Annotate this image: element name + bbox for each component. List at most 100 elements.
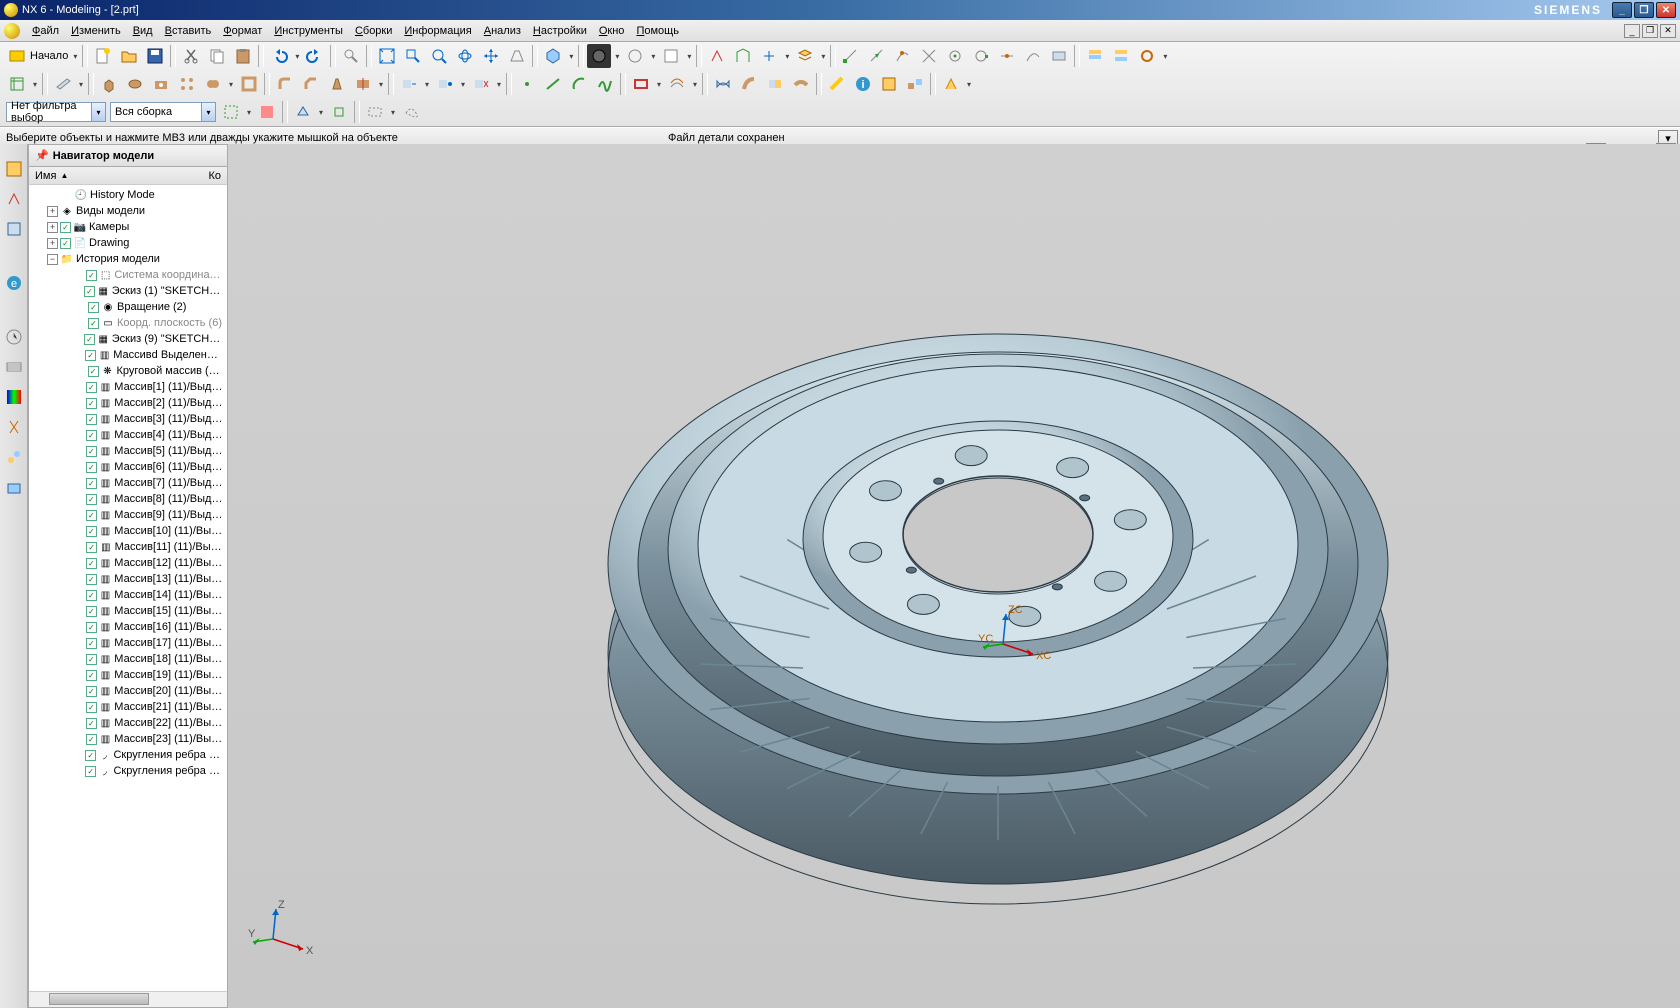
revolve-button[interactable]: [123, 72, 147, 96]
paste-button[interactable]: [231, 44, 255, 68]
select-dropdown-icon[interactable]: ▾: [244, 108, 254, 117]
scroll-thumb[interactable]: [49, 993, 149, 1005]
wireframe-dropdown-icon[interactable]: ▾: [648, 52, 658, 61]
trim-body-button[interactable]: [351, 72, 375, 96]
edge-blend-button[interactable]: [273, 72, 297, 96]
select-edge-button[interactable]: [327, 100, 351, 124]
wcs-dynamics-button[interactable]: [731, 44, 755, 68]
tree-node[interactable]: ✓▥Массив[19] (11)/Выд...: [29, 667, 227, 683]
view-dropdown-icon[interactable]: ▾: [566, 52, 576, 61]
command-finder-button[interactable]: [339, 44, 363, 68]
tree-node[interactable]: ✓▥Массив[2] (11)/Выде...: [29, 395, 227, 411]
orient-wcs-button[interactable]: [757, 44, 781, 68]
navigator-columns[interactable]: Имя▲ Ко: [29, 167, 227, 185]
checkbox-icon[interactable]: ✓: [84, 286, 94, 297]
measure-button[interactable]: [825, 72, 849, 96]
checkbox-icon[interactable]: ✓: [86, 494, 97, 505]
checkbox-icon[interactable]: ✓: [85, 766, 96, 777]
checkbox-icon[interactable]: ✓: [86, 654, 97, 665]
tree-node[interactable]: ✓▥Массив[17] (11)/Выд...: [29, 635, 227, 651]
wcs-button[interactable]: [705, 44, 729, 68]
menu-формат[interactable]: Формат: [217, 23, 268, 39]
layer-settings-button[interactable]: [1083, 44, 1107, 68]
menu-сборки[interactable]: Сборки: [349, 23, 398, 39]
offset-dropdown-icon[interactable]: ▾: [690, 80, 700, 89]
checkbox-icon[interactable]: ✓: [86, 542, 97, 553]
trim-dropdown-icon[interactable]: ▾: [376, 80, 386, 89]
preferences-button[interactable]: [1135, 44, 1159, 68]
point-button[interactable]: [515, 72, 539, 96]
tree-node[interactable]: ✓▥Массив[14] (11)/Выд...: [29, 587, 227, 603]
tree-node[interactable]: ✓▥Массив[12] (11)/Выд...: [29, 555, 227, 571]
tree-node[interactable]: ✓▦Эскиз (9) "SKETCH_0...: [29, 331, 227, 347]
draft-button[interactable]: [325, 72, 349, 96]
properties-button[interactable]: [877, 72, 901, 96]
checkbox-icon[interactable]: ✓: [84, 334, 94, 345]
checkbox-icon[interactable]: ✓: [86, 462, 97, 473]
checkbox-icon[interactable]: ✓: [88, 366, 99, 377]
start-button[interactable]: [5, 44, 29, 68]
rectangle-button[interactable]: [629, 72, 653, 96]
checkbox-icon[interactable]: ✓: [86, 526, 97, 537]
checkbox-icon[interactable]: ✓: [86, 606, 97, 617]
offset-curve-button[interactable]: [665, 72, 689, 96]
more-button[interactable]: [939, 72, 963, 96]
resize-dropdown-icon[interactable]: ▾: [458, 80, 468, 89]
surface-button[interactable]: [711, 72, 735, 96]
part-navigator-tab[interactable]: [2, 156, 26, 182]
selface-dropdown-icon[interactable]: ▾: [316, 108, 326, 117]
checkbox-icon[interactable]: ✓: [86, 670, 97, 681]
trimetric-button[interactable]: [541, 44, 565, 68]
checkbox-icon[interactable]: ✓: [86, 622, 97, 633]
roles-tab[interactable]: [2, 354, 26, 380]
checkbox-icon[interactable]: ✓: [60, 238, 71, 249]
checkbox-icon[interactable]: ✓: [86, 702, 97, 713]
assembly-navigator-tab[interactable]: [2, 186, 26, 212]
filter-combo[interactable]: Нет фильтра выбор ▾: [6, 102, 106, 122]
checkbox-icon[interactable]: ✓: [85, 750, 96, 761]
snap-exist-button[interactable]: [995, 44, 1019, 68]
layers-button[interactable]: [793, 44, 817, 68]
snap-center-button[interactable]: [943, 44, 967, 68]
menu-вид[interactable]: Вид: [127, 23, 159, 39]
info-button[interactable]: i: [851, 72, 875, 96]
orient-dropdown-icon[interactable]: ▾: [782, 52, 792, 61]
checkbox-icon[interactable]: ✓: [86, 446, 97, 457]
tree-node[interactable]: ✓▥Массив[10] (11)/Выд...: [29, 523, 227, 539]
rotate-button[interactable]: [453, 44, 477, 68]
sew-button[interactable]: [763, 72, 787, 96]
tree-node[interactable]: ✓▥Массив[9] (11)/Выде...: [29, 507, 227, 523]
tree-node[interactable]: +✓📄Drawing: [29, 235, 227, 251]
tree-node[interactable]: 🕘History Mode: [29, 187, 227, 203]
resize-face-button[interactable]: [433, 72, 457, 96]
checkbox-icon[interactable]: ✓: [86, 510, 97, 521]
expand-icon[interactable]: +: [47, 206, 58, 217]
graphics-viewport[interactable]: XC YC ZC X Y Z: [228, 144, 1680, 1008]
knowledge-tab[interactable]: [2, 414, 26, 440]
minimize-button[interactable]: _: [1612, 2, 1632, 18]
assembly-button[interactable]: [903, 72, 927, 96]
sweep-button[interactable]: [737, 72, 761, 96]
system-tab[interactable]: [2, 474, 26, 500]
tree-node[interactable]: ✓◞Скругления ребра (1...: [29, 747, 227, 763]
move-face-button[interactable]: [397, 72, 421, 96]
tree-node[interactable]: ✓▥Массив[3] (11)/Выде...: [29, 411, 227, 427]
menu-помощь[interactable]: Помощь: [630, 23, 685, 39]
navigator-tree[interactable]: 🕘History Mode+◈Виды модели+✓📷Камеры+✓📄Dr…: [29, 185, 227, 991]
cut-button[interactable]: [179, 44, 203, 68]
tree-node[interactable]: ✓▥Массив[20] (11)/Выд...: [29, 683, 227, 699]
tree-node[interactable]: ✓▥Массив[22] (11)/Выд...: [29, 715, 227, 731]
rect-dropdown-icon[interactable]: ▾: [654, 80, 664, 89]
select-all-button[interactable]: [219, 100, 243, 124]
hole-button[interactable]: [149, 72, 173, 96]
move-dropdown-icon[interactable]: ▾: [422, 80, 432, 89]
layers-dropdown-icon[interactable]: ▾: [818, 52, 828, 61]
tree-node[interactable]: ✓▥Массив[11] (11)/Выд...: [29, 539, 227, 555]
tree-node[interactable]: ✓▥Массив[4] (11)/Выде...: [29, 427, 227, 443]
datum-plane-button[interactable]: [51, 72, 75, 96]
checkbox-icon[interactable]: ✓: [60, 222, 71, 233]
shell-button[interactable]: [237, 72, 261, 96]
expand-icon[interactable]: +: [47, 238, 58, 249]
snap-quadrant-button[interactable]: [969, 44, 993, 68]
redo-button[interactable]: [303, 44, 327, 68]
